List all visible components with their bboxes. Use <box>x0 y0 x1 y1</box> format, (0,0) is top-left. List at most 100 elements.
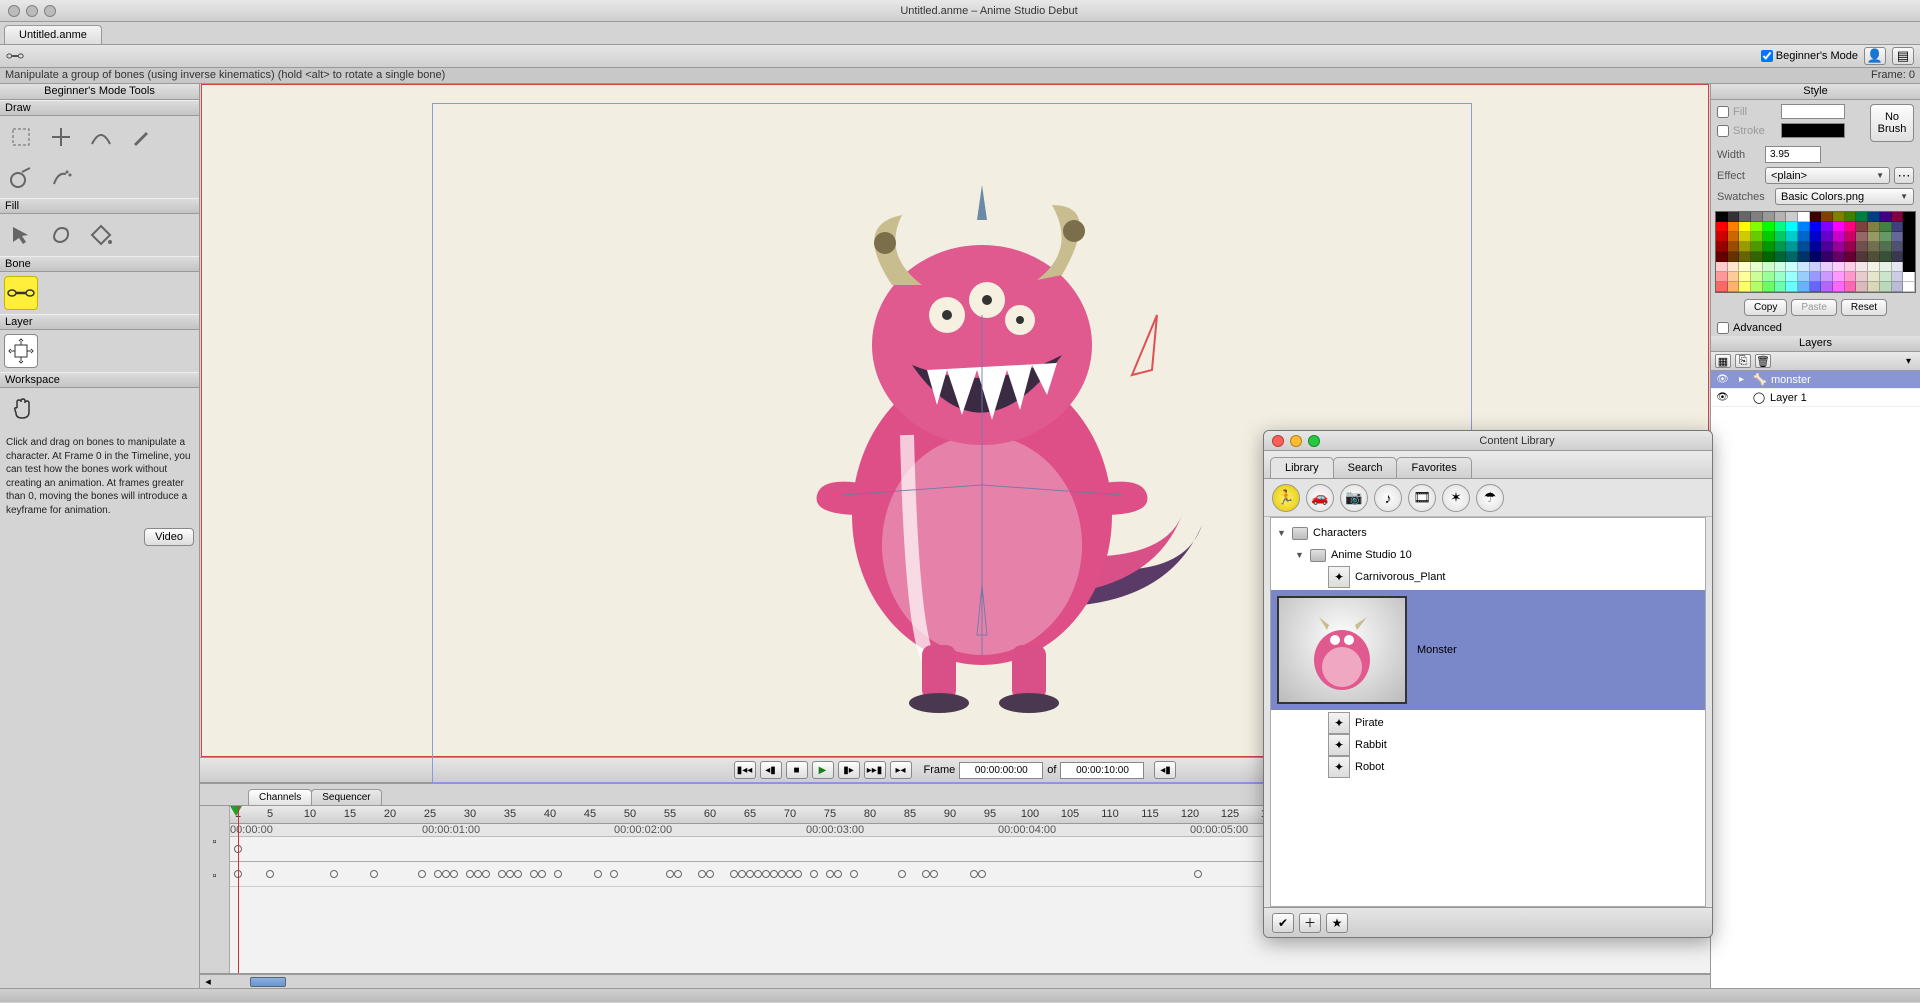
palette-swatch[interactable] <box>1868 232 1880 242</box>
keyframe[interactable] <box>506 870 514 878</box>
apply-library-item-button[interactable]: ✔ <box>1272 913 1294 933</box>
palette-swatch[interactable] <box>1775 232 1787 242</box>
add-library-item-button[interactable]: ＋ <box>1299 913 1321 933</box>
palette-swatch[interactable] <box>1833 222 1845 232</box>
palette-swatch[interactable] <box>1798 212 1810 222</box>
palette-swatch[interactable] <box>1716 212 1728 222</box>
keyframe[interactable] <box>370 870 378 878</box>
stroke-color-swatch[interactable] <box>1781 123 1845 138</box>
palette-swatch[interactable] <box>1845 282 1857 292</box>
palette-swatch[interactable] <box>1821 252 1833 262</box>
palette-swatch[interactable] <box>1833 212 1845 222</box>
shape-tool[interactable] <box>4 160 38 194</box>
palette-swatch[interactable] <box>1763 272 1775 282</box>
palette-swatch[interactable] <box>1716 232 1728 242</box>
palette-swatch[interactable] <box>1903 252 1915 262</box>
palette-swatch[interactable] <box>1845 222 1857 232</box>
palette-swatch[interactable] <box>1775 242 1787 252</box>
keyframe[interactable] <box>778 870 786 878</box>
keyframe[interactable] <box>666 870 674 878</box>
palette-swatch[interactable] <box>1903 282 1915 292</box>
visibility-icon[interactable]: 👁 <box>1715 391 1730 405</box>
palette-swatch[interactable] <box>1739 282 1751 292</box>
copy-style-button[interactable]: Copy <box>1744 299 1787 316</box>
palette-swatch[interactable] <box>1798 272 1810 282</box>
minimize-window-icon[interactable] <box>26 5 38 17</box>
palette-swatch[interactable] <box>1739 242 1751 252</box>
layers-list[interactable]: 👁▸🦴monster👁◯Layer 1 <box>1711 370 1920 988</box>
palette-swatch[interactable] <box>1751 232 1763 242</box>
library-icon[interactable]: ▤ <box>1892 47 1914 65</box>
palette-swatch[interactable] <box>1821 272 1833 282</box>
keyframe[interactable] <box>738 870 746 878</box>
palette-swatch[interactable] <box>1892 282 1904 292</box>
palette-swatch[interactable] <box>1786 272 1798 282</box>
tab-search[interactable]: Search <box>1333 457 1398 478</box>
palette-swatch[interactable] <box>1728 252 1740 262</box>
palette-swatch[interactable] <box>1903 222 1915 232</box>
effect-settings-button[interactable]: ⋯ <box>1894 167 1914 184</box>
palette-swatch[interactable] <box>1821 242 1833 252</box>
select-tool[interactable] <box>4 120 38 154</box>
palette-swatch[interactable] <box>1810 242 1822 252</box>
palette-swatch[interactable] <box>1775 252 1787 262</box>
palette-swatch[interactable] <box>1716 222 1728 232</box>
effect-dropdown[interactable]: <plain> <box>1765 167 1890 184</box>
palette-swatch[interactable] <box>1880 212 1892 222</box>
palette-swatch[interactable] <box>1845 232 1857 242</box>
category-characters-icon[interactable]: 🏃 <box>1272 484 1300 512</box>
palette-swatch[interactable] <box>1903 242 1915 252</box>
palette-swatch[interactable] <box>1892 212 1904 222</box>
keyframe[interactable] <box>538 870 546 878</box>
palette-swatch[interactable] <box>1798 262 1810 272</box>
palette-swatch[interactable] <box>1728 212 1740 222</box>
keyframe[interactable] <box>810 870 818 878</box>
close-window-icon[interactable] <box>8 5 20 17</box>
pan-tool[interactable] <box>4 392 38 426</box>
palette-swatch[interactable] <box>1739 212 1751 222</box>
palette-swatch[interactable] <box>1868 242 1880 252</box>
user-icon[interactable]: 👤 <box>1864 47 1886 65</box>
palette-swatch[interactable] <box>1821 282 1833 292</box>
document-tab-active[interactable]: Untitled.anme <box>4 25 102 44</box>
monster-character[interactable] <box>762 165 1242 725</box>
playhead-marker-icon[interactable] <box>230 806 242 816</box>
palette-swatch[interactable] <box>1845 252 1857 262</box>
palette-swatch[interactable] <box>1821 232 1833 242</box>
palette-swatch[interactable] <box>1728 222 1740 232</box>
keyframe[interactable] <box>786 870 794 878</box>
palette-swatch[interactable] <box>1821 222 1833 232</box>
keyframe[interactable] <box>530 870 538 878</box>
category-audio-icon[interactable]: ♪ <box>1374 484 1402 512</box>
palette-swatch[interactable] <box>1810 212 1822 222</box>
palette-swatch[interactable] <box>1751 222 1763 232</box>
advanced-checkbox[interactable] <box>1717 322 1729 334</box>
keyframe[interactable] <box>514 870 522 878</box>
palette-swatch[interactable] <box>1763 262 1775 272</box>
palette-swatch[interactable] <box>1763 252 1775 262</box>
palette-swatch[interactable] <box>1880 262 1892 272</box>
palette-swatch[interactable] <box>1810 232 1822 242</box>
no-brush-button[interactable]: No Brush <box>1870 104 1914 142</box>
keyframe[interactable] <box>554 870 562 878</box>
keyframe[interactable] <box>978 870 986 878</box>
beginners-mode-toggle[interactable]: Beginner's Mode <box>1761 50 1858 62</box>
palette-swatch[interactable] <box>1903 232 1915 242</box>
keyframe[interactable] <box>762 870 770 878</box>
palette-swatch[interactable] <box>1868 262 1880 272</box>
library-item-selected[interactable]: Monster <box>1271 590 1705 710</box>
palette-swatch[interactable] <box>1728 232 1740 242</box>
palette-swatch[interactable] <box>1751 252 1763 262</box>
palette-swatch[interactable] <box>1903 262 1915 272</box>
palette-swatch[interactable] <box>1739 262 1751 272</box>
new-layer-button[interactable]: ▦ <box>1715 354 1731 368</box>
palette-swatch[interactable] <box>1798 282 1810 292</box>
palette-swatch[interactable] <box>1856 252 1868 262</box>
scrollbar-thumb[interactable] <box>250 977 286 987</box>
reset-style-button[interactable]: Reset <box>1841 299 1887 316</box>
add-point-tool[interactable] <box>44 120 78 154</box>
palette-swatch[interactable] <box>1763 212 1775 222</box>
tab-channels[interactable]: Channels <box>248 789 312 805</box>
visibility-icon[interactable]: 👁 <box>1715 373 1730 387</box>
keyframe[interactable] <box>474 870 482 878</box>
